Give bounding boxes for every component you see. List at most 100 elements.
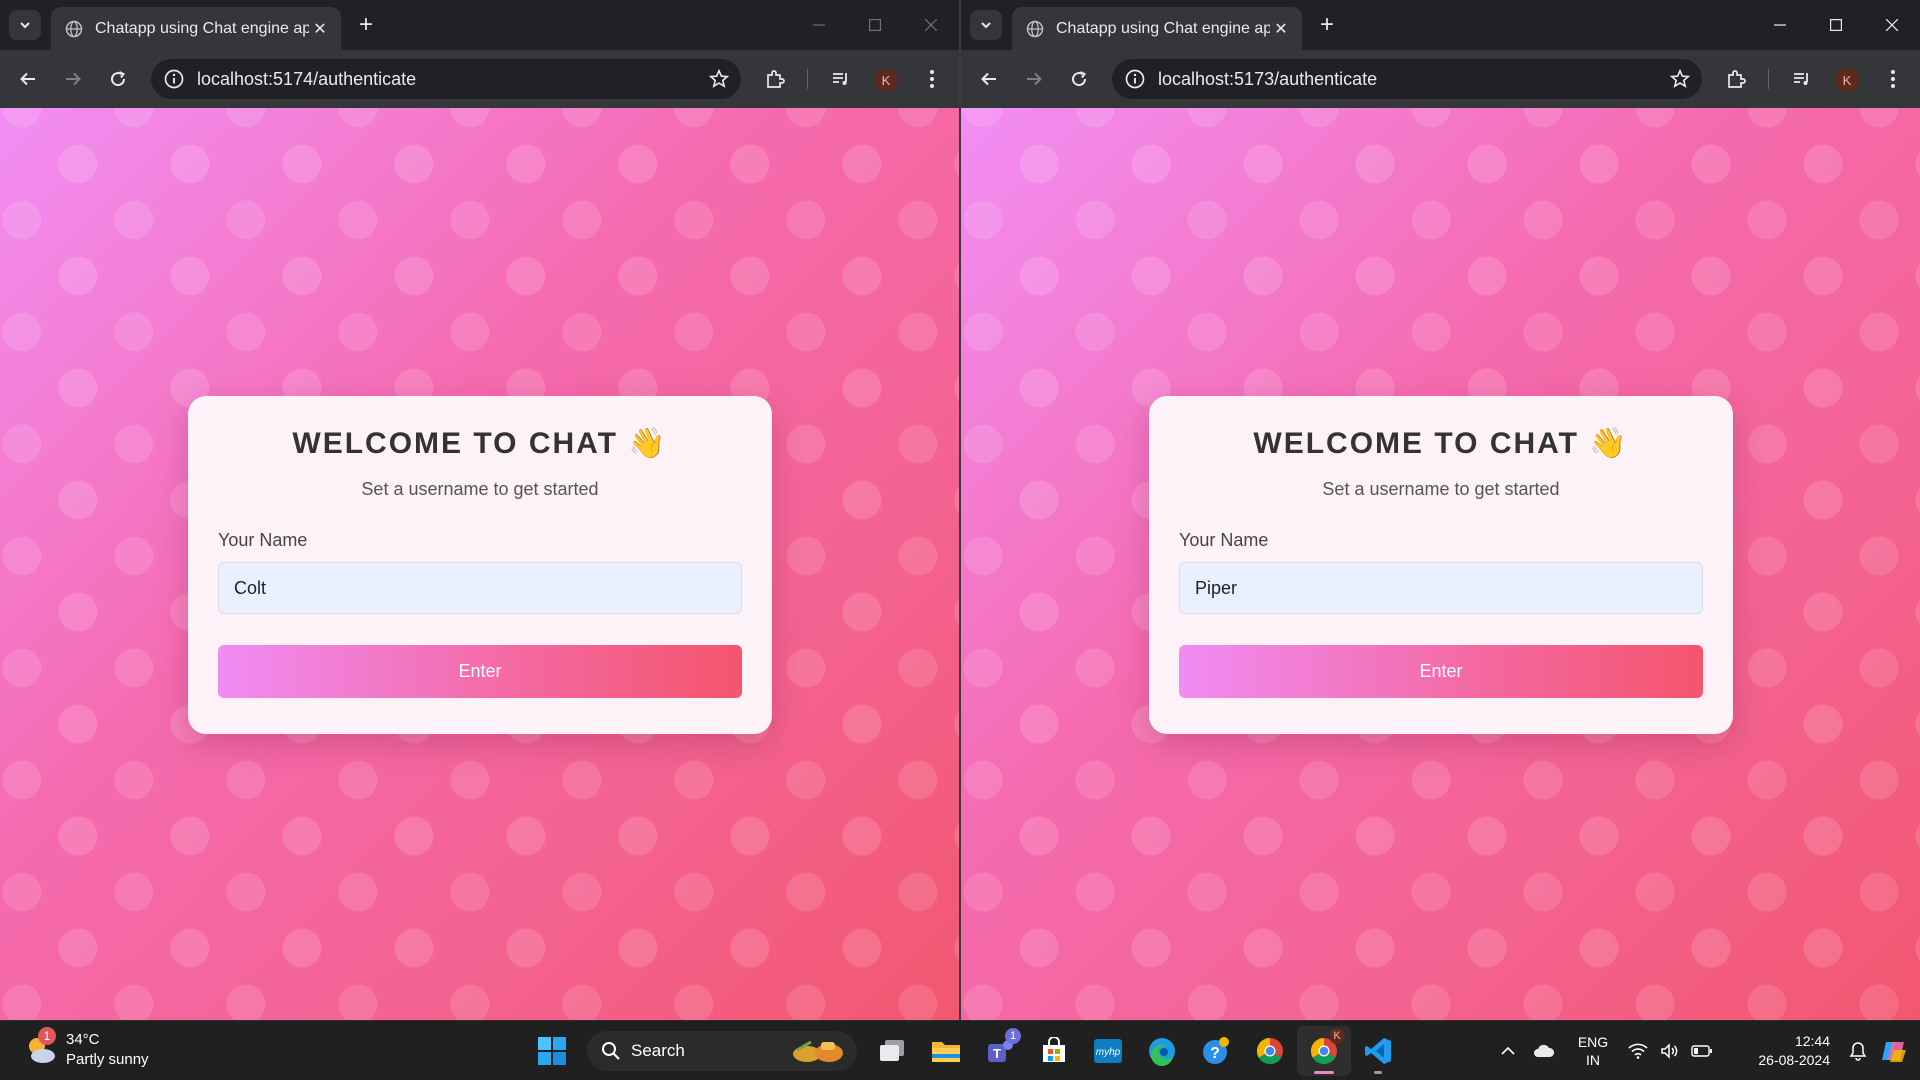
- chrome-button[interactable]: [1243, 1026, 1297, 1076]
- tab-search-button[interactable]: [970, 10, 1002, 40]
- profile-avatar[interactable]: K: [874, 68, 898, 92]
- username-input[interactable]: [1179, 562, 1703, 614]
- svg-text:?: ?: [1210, 1045, 1220, 1062]
- info-icon[interactable]: [1124, 68, 1146, 90]
- weather-widget[interactable]: 1 34°C Partly sunny: [24, 1027, 149, 1070]
- microsoft-store-button[interactable]: [1027, 1026, 1081, 1076]
- cloud-icon: [1534, 1044, 1555, 1057]
- address-bar[interactable]: localhost:5173/authenticate: [1112, 59, 1702, 99]
- close-icon: [925, 19, 937, 31]
- chevron-down-icon: [20, 22, 30, 29]
- language-line1: ENG: [1577, 1034, 1609, 1050]
- enter-button[interactable]: Enter: [218, 645, 742, 698]
- maximize-button[interactable]: [847, 0, 903, 50]
- new-tab-button[interactable]: +: [352, 11, 380, 39]
- teams-badge: 1: [1005, 1028, 1021, 1044]
- search-label: Search: [631, 1041, 685, 1060]
- minimize-button[interactable]: [791, 0, 847, 50]
- back-button[interactable]: [973, 63, 1005, 95]
- page-subtitle: Set a username to get started: [1322, 479, 1560, 499]
- extensions-button[interactable]: [759, 63, 791, 95]
- task-view-button[interactable]: [865, 1026, 919, 1076]
- help-icon: ?: [1203, 1037, 1229, 1064]
- maximize-button[interactable]: [1808, 0, 1864, 50]
- tab-search-button[interactable]: [9, 10, 41, 40]
- profile-avatar[interactable]: K: [1835, 68, 1859, 92]
- onedrive-button[interactable]: [1524, 1031, 1564, 1071]
- myhp-button[interactable]: myhp: [1081, 1026, 1135, 1076]
- language-indicator[interactable]: ENG IN: [1564, 1033, 1622, 1069]
- browser-menu-button[interactable]: [916, 63, 948, 95]
- browser-window-right: Chatapp using Chat engine api ✕ + localh…: [961, 0, 1920, 1020]
- back-button[interactable]: [12, 63, 44, 95]
- edge-icon: [1149, 1038, 1175, 1066]
- media-controls-button[interactable]: [825, 63, 857, 95]
- tab-title: Chatapp using Chat engine api: [1056, 19, 1270, 37]
- close-window-button[interactable]: [903, 0, 959, 50]
- copilot-icon: [1882, 1042, 1906, 1062]
- teams-button[interactable]: T 1: [973, 1026, 1027, 1076]
- start-button[interactable]: [525, 1026, 579, 1076]
- puzzle-icon: [1728, 70, 1746, 88]
- edge-button[interactable]: [1135, 1026, 1189, 1076]
- more-vert-icon: [930, 70, 934, 88]
- globe-icon: [65, 20, 83, 37]
- battery-button[interactable]: [1686, 1031, 1718, 1071]
- arrow-right-icon: [66, 72, 81, 86]
- tab-strip: Chatapp using Chat engine api ✕ +: [0, 0, 959, 50]
- media-controls-button[interactable]: [1786, 63, 1818, 95]
- tab-close-icon[interactable]: ✕: [1270, 18, 1292, 40]
- username-input[interactable]: [218, 562, 742, 614]
- username-label: Your Name: [1179, 530, 1269, 550]
- puzzle-icon: [767, 70, 785, 88]
- address-bar[interactable]: localhost:5174/authenticate: [151, 59, 741, 99]
- forward-button[interactable]: [1018, 63, 1050, 95]
- browser-tab[interactable]: Chatapp using Chat engine api ✕: [51, 7, 341, 50]
- forward-button[interactable]: [57, 63, 89, 95]
- show-hidden-icons-button[interactable]: [1492, 1031, 1524, 1071]
- tab-close-icon[interactable]: ✕: [309, 18, 331, 40]
- bookmark-star-button[interactable]: [1662, 61, 1698, 97]
- wifi-icon: [1628, 1043, 1648, 1059]
- taskbar: 1 34°C Partly sunny Search T 1 myhp ? K …: [0, 1020, 1920, 1080]
- chrome-icon: [1256, 1037, 1283, 1065]
- new-tab-button[interactable]: +: [1313, 11, 1341, 39]
- close-window-button[interactable]: [1864, 0, 1920, 50]
- weather-badge: 1: [38, 1027, 56, 1045]
- url-text[interactable]: localhost:5174/authenticate: [197, 69, 701, 90]
- minimize-icon: [1774, 24, 1786, 26]
- running-indicator: [1314, 1071, 1334, 1074]
- bookmark-star-button[interactable]: [701, 61, 737, 97]
- clock[interactable]: 12:44 26-08-2024: [1718, 1032, 1830, 1070]
- reload-button[interactable]: [1063, 63, 1095, 95]
- weather-temp: 34°C: [66, 1031, 100, 1048]
- login-card: WELCOME TO CHAT 👋 Set a username to get …: [188, 396, 772, 734]
- info-icon[interactable]: [163, 68, 185, 90]
- enter-button[interactable]: Enter: [1179, 645, 1703, 698]
- vscode-button[interactable]: [1351, 1026, 1405, 1076]
- get-help-button[interactable]: ?: [1189, 1026, 1243, 1076]
- copilot-button[interactable]: [1874, 1031, 1914, 1071]
- reload-button[interactable]: [102, 63, 134, 95]
- tab-title: Chatapp using Chat engine api: [95, 19, 309, 37]
- browser-menu-button[interactable]: [1877, 63, 1909, 95]
- minimize-button[interactable]: [1752, 0, 1808, 50]
- browser-tab[interactable]: Chatapp using Chat engine api ✕: [1012, 7, 1302, 50]
- myhp-icon: myhp: [1094, 1039, 1122, 1063]
- maximize-icon: [1830, 19, 1842, 31]
- language-line2: IN: [1586, 1052, 1600, 1068]
- page-title: WELCOME TO CHAT 👋: [1253, 427, 1629, 460]
- wifi-button[interactable]: [1622, 1031, 1654, 1071]
- extensions-button[interactable]: [1720, 63, 1752, 95]
- file-explorer-button[interactable]: [919, 1026, 973, 1076]
- username-label: Your Name: [218, 530, 308, 550]
- url-text[interactable]: localhost:5173/authenticate: [1158, 69, 1662, 90]
- volume-button[interactable]: [1654, 1031, 1686, 1071]
- taskbar-search[interactable]: Search: [587, 1031, 857, 1071]
- globe-icon: [1026, 20, 1044, 37]
- notifications-button[interactable]: [1842, 1031, 1874, 1071]
- toolbar-separator: [807, 69, 808, 89]
- folder-icon: [932, 1042, 960, 1062]
- star-icon: [1670, 69, 1690, 88]
- chrome-profile-button[interactable]: K: [1297, 1026, 1351, 1076]
